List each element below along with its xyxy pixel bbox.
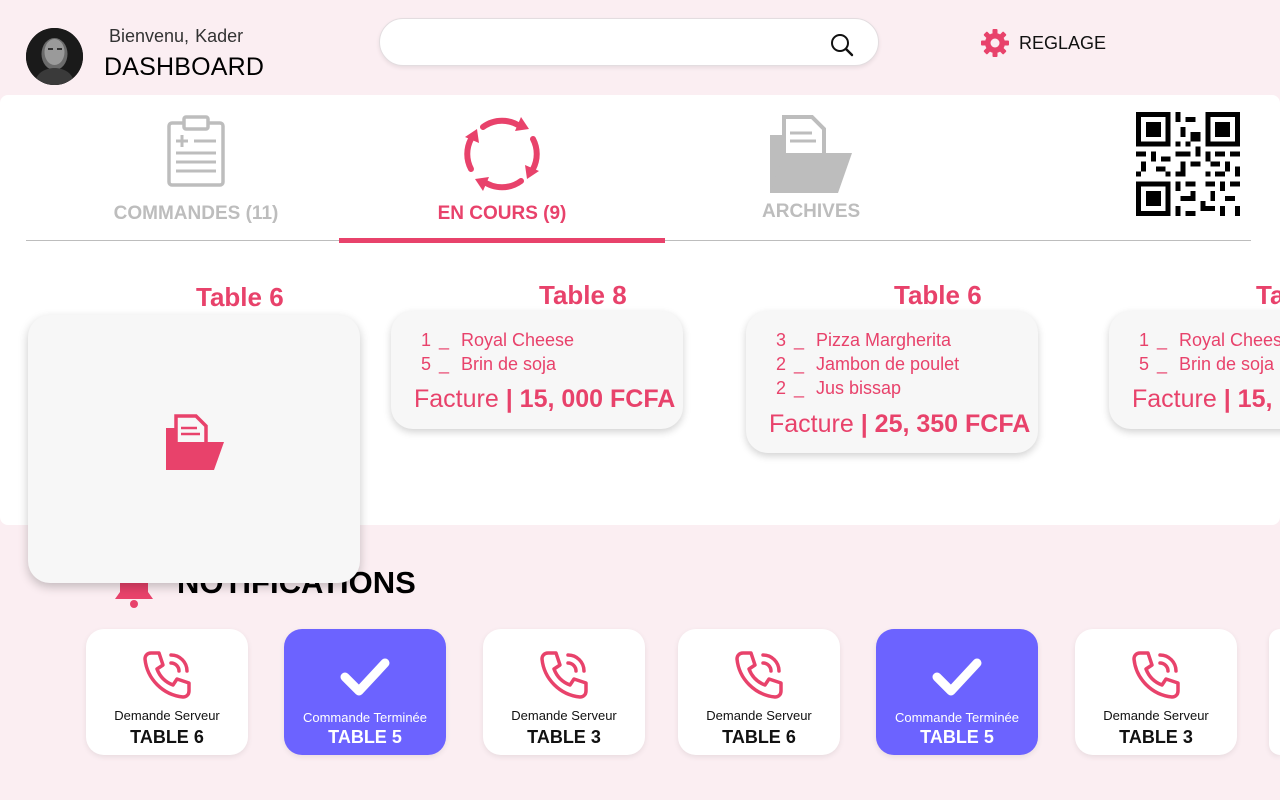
avatar[interactable] [26, 28, 83, 85]
qr-code-icon[interactable] [1136, 112, 1240, 216]
notification-table: TABLE 6 [130, 727, 204, 747]
notification-label: Demande Serveur [1103, 708, 1209, 723]
order-total: Facture | 25, 350 FCFA [769, 410, 1031, 438]
settings-label: REGLAGE [1019, 32, 1107, 53]
checkmark-icon [932, 658, 982, 696]
page-title: DASHBOARD [104, 53, 265, 81]
dragged-order-card[interactable] [28, 315, 360, 583]
tab-label: ARCHIVES [762, 201, 861, 222]
phone-call-icon [1132, 651, 1180, 699]
notification-table: TABLE 3 [527, 727, 601, 747]
greeting-text: Bienvenu, [109, 26, 190, 46]
notification-label: Demande Serveur [706, 708, 812, 723]
notification-label: Demande Serveur [114, 708, 220, 723]
notification-card[interactable]: Demande Serveur TABLE 6 [86, 629, 248, 755]
settings-button[interactable]: REGLAGE [980, 28, 1106, 58]
order-title: Ta [1256, 280, 1280, 310]
notification-card-partial[interactable] [1269, 629, 1280, 755]
notification-table: TABLE 5 [920, 727, 994, 747]
notification-card[interactable]: Demande Serveur TABLE 6 [678, 629, 840, 755]
notification-label: Commande Terminée [302, 710, 428, 725]
active-tab-indicator [339, 238, 665, 243]
search-icon[interactable] [830, 33, 854, 57]
tab-archives[interactable]: ARCHIVES [762, 115, 861, 223]
phone-call-icon [735, 651, 783, 699]
folder-icon [770, 115, 852, 193]
notification-card[interactable]: Commande Terminée TABLE 5 [876, 629, 1038, 755]
order-item: 3 _ Pizza Margherita [776, 330, 952, 350]
notification-table: TABLE 3 [1119, 727, 1193, 747]
notification-card[interactable]: Demande Serveur TABLE 3 [483, 629, 645, 755]
tab-label: COMMANDES (11) [113, 203, 279, 224]
order-item: 1_Royal Cheese [421, 330, 575, 350]
order-item: 2 _ Jus bissap [776, 378, 902, 398]
tab-commandes[interactable]: COMMANDES (11) [108, 115, 284, 225]
notification-label: Demande Serveur [511, 708, 617, 723]
refresh-icon [464, 117, 540, 191]
tab-en-cours[interactable]: EN COURS (9) [437, 115, 567, 225]
order-item: 5 _ Brin de soja [421, 354, 557, 374]
clipboard-icon [167, 115, 225, 187]
order-card[interactable]: 1_Royal Cheese 5_Brin de soja Facture | … [1109, 311, 1280, 429]
order-item: 1_Royal Cheese [1139, 330, 1280, 350]
greeting: Bienvenu, Kader [109, 26, 243, 47]
search-bar[interactable] [379, 18, 879, 66]
order-card[interactable]: 1_Royal Cheese 5_Brin de soja Facture | … [391, 311, 683, 429]
order-card[interactable]: 3 _ Pizza Margherita 2 _ Jambon de poulet 2 _… [746, 311, 1038, 453]
order-item: 2 _ Jambon de poulet [776, 354, 960, 374]
phone-call-icon [540, 651, 588, 699]
order-item: 5 _ Brin de soja [1139, 354, 1275, 374]
folder-icon [166, 414, 224, 470]
tab-label: EN COURS (9) [437, 203, 567, 224]
phone-call-icon [143, 651, 191, 699]
notification-card[interactable]: Commande Terminée TABLE 5 [284, 629, 446, 755]
notification-card[interactable]: Demande Serveur TABLE 3 [1075, 629, 1237, 755]
user-name: Kader [195, 26, 244, 46]
notification-label: Commande Terminée [894, 710, 1020, 725]
search-input[interactable] [400, 29, 820, 57]
order-total: Facture | 15, 000 FCFA [414, 385, 676, 413]
order-total: Facture | 15, 0 [1132, 385, 1280, 413]
gear-icon [981, 29, 1009, 57]
notification-table: TABLE 5 [328, 727, 402, 747]
notification-table: TABLE 6 [722, 727, 796, 747]
checkmark-icon [340, 658, 390, 696]
